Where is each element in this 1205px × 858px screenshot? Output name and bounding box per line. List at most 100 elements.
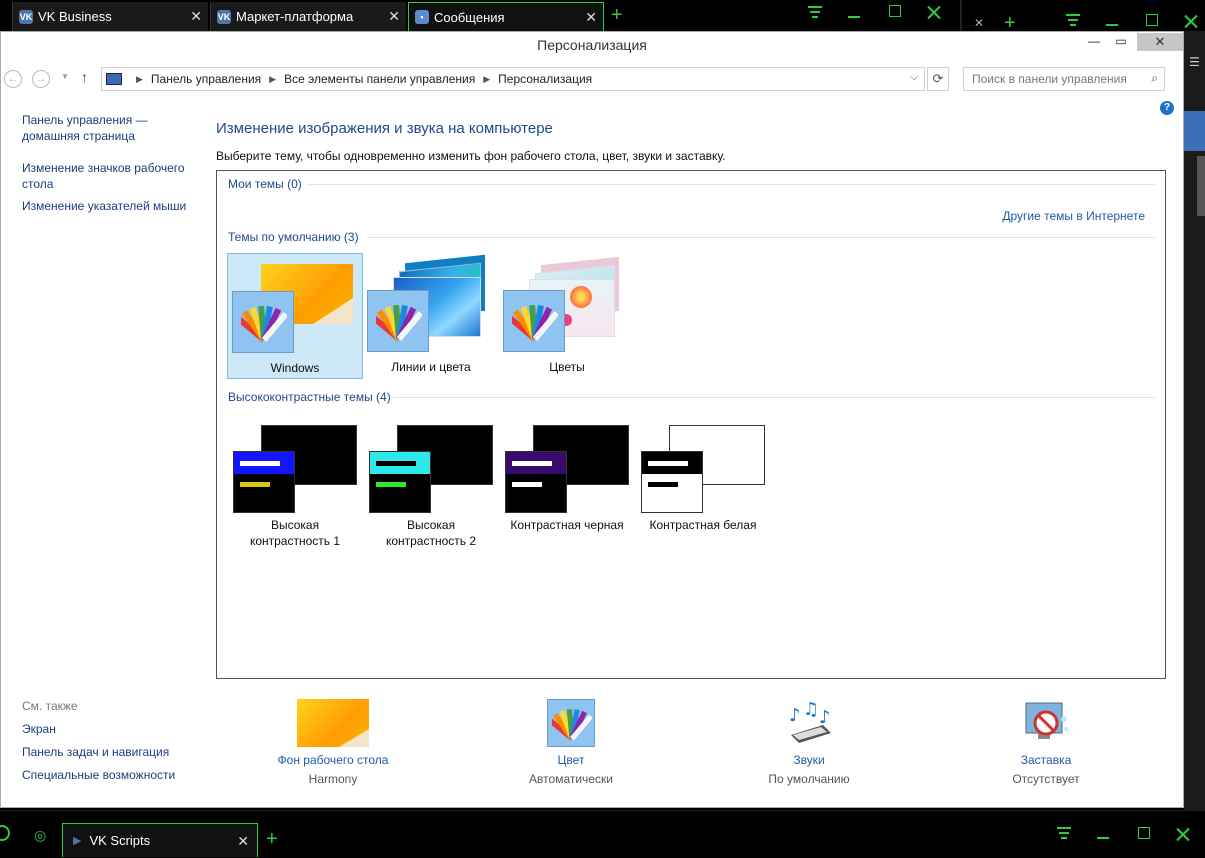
theme-label: Высокая контрастность 2 <box>363 517 499 549</box>
close-icon[interactable]: ✕ <box>388 8 400 25</box>
close-window-icon[interactable] <box>1184 14 1198 28</box>
chevron-right-icon[interactable]: ▶ <box>136 74 143 85</box>
back-button[interactable]: ← <box>4 70 22 88</box>
wallpaper-icon <box>297 699 369 747</box>
setting-label: Цвет <box>557 753 585 767</box>
breadcrumb-item[interactable]: Персонализация <box>498 72 592 86</box>
color-palette-icon <box>547 699 595 747</box>
tab-messages[interactable]: ▪ Сообщения ✕ <box>408 2 604 31</box>
close-icon[interactable]: ✕ <box>190 8 202 25</box>
new-tab-plus-icon[interactable]: + <box>266 829 278 849</box>
minimize-icon[interactable] <box>1106 24 1118 26</box>
minimize-button[interactable]: — <box>1084 34 1104 52</box>
close-icon[interactable]: ✕ <box>585 9 597 26</box>
minimize-icon[interactable] <box>848 16 860 18</box>
chevron-right-icon[interactable]: ▶ <box>269 74 276 85</box>
sidebar-link-mouse-pointers[interactable]: Изменение указателей мыши <box>22 198 186 214</box>
scrollbar[interactable] <box>1197 156 1205 216</box>
theme-contrast-black[interactable]: Контрастная черная <box>499 421 635 561</box>
title-bar: Персонализация — ▭ ✕ <box>1 32 1183 60</box>
tab-label: Сообщения <box>434 9 505 25</box>
see-also-display[interactable]: Экран <box>22 721 56 737</box>
theme-list: Мои темы (0) Другие темы в Интернете Тем… <box>216 170 1166 679</box>
setting-value: Отсутствует <box>1012 772 1080 786</box>
filter-icon[interactable] <box>808 6 822 18</box>
tab-vk-business[interactable]: VK VK Business ✕ <box>12 2 208 31</box>
chevron-right-icon[interactable]: ▶ <box>483 74 490 85</box>
tab-vk-scripts[interactable]: ▶ VK Scripts ✕ <box>62 823 258 857</box>
theme-label-line: Контрастная белая <box>649 518 757 532</box>
other-themes-link[interactable]: Другие темы в Интернете <box>1002 209 1145 223</box>
desktop-background-setting[interactable]: Фон рабочего стола Harmony <box>263 699 403 799</box>
bottom-tab-bar: ◎ ▶ VK Scripts ✕ + <box>0 810 1205 858</box>
close-button[interactable]: ✕ <box>1137 33 1183 51</box>
sounds-setting[interactable]: ♪ ♫ ♪ Звуки По умолчанию <box>739 699 879 799</box>
page-subtitle: Выберите тему, чтобы одновременно измени… <box>216 149 726 163</box>
control-panel-icon <box>106 73 122 85</box>
theme-lines-and-colors[interactable]: Линии и цвета <box>363 253 499 379</box>
filter-icon[interactable] <box>1057 827 1071 839</box>
refresh-button[interactable]: ⟳ <box>927 67 949 91</box>
page-title: Изменение изображения и звука на компьют… <box>216 120 553 137</box>
sidebar-link-desktop-icons[interactable]: Изменение значков рабочего стола <box>22 160 185 192</box>
search-icon[interactable]: ⌕ <box>1151 71 1158 86</box>
settings-icon[interactable]: ☰ <box>1189 55 1200 69</box>
divider <box>307 184 1155 185</box>
see-also-taskbar[interactable]: Панель задач и навигация <box>22 744 169 760</box>
tab-label: VK Scripts <box>89 833 151 848</box>
address-bar[interactable]: ▶ Панель управления ▶ Все элементы панел… <box>101 67 925 91</box>
navigation-bar: ← → ▼ ↑ ▶ Панель управления ▶ Все элемен… <box>1 66 1183 92</box>
color-palette-icon <box>367 290 429 352</box>
setting-value: По умолчанию <box>768 772 850 786</box>
color-palette-icon <box>232 291 294 353</box>
maximize-icon[interactable] <box>889 5 901 17</box>
see-also-accessibility[interactable]: Специальные возможности <box>22 767 175 783</box>
theme-label: Контрастная белая <box>635 517 771 533</box>
close-icon[interactable]: ✕ <box>237 833 249 850</box>
window-title: Персонализация <box>537 37 647 53</box>
close-window-icon[interactable] <box>927 5 941 19</box>
up-arrow-icon[interactable]: ↑ <box>81 69 88 85</box>
chevron-down-icon[interactable]: ⌵ <box>910 72 918 83</box>
forward-button[interactable]: → <box>32 70 50 88</box>
history-dropdown-icon[interactable]: ▼ <box>61 72 69 81</box>
new-tab-plus-icon[interactable]: + <box>1004 13 1016 33</box>
sidebar-link-home[interactable]: Панель управления — домашняя страница <box>22 112 148 144</box>
svg-text:♪: ♪ <box>789 705 801 726</box>
second-window-strip: ✕ + <box>960 0 1205 33</box>
new-tab-plus-icon[interactable]: + <box>611 5 623 25</box>
sidebar-link-text: Изменение значков рабочего <box>22 161 185 175</box>
breadcrumb-item[interactable]: Все элементы панели управления <box>284 72 475 86</box>
maximize-icon[interactable] <box>1146 14 1158 26</box>
close-icon[interactable]: ✕ <box>974 16 984 30</box>
theme-contrast-white[interactable]: Контрастная белая <box>635 421 771 561</box>
maximize-icon[interactable] <box>1138 827 1150 839</box>
sidebar-link-text: Панель управления — <box>22 113 148 127</box>
background-panel <box>1184 111 1205 151</box>
screen: { "browser": { "tabs": [ {"label": "VK B… <box>0 0 1205 858</box>
tab-label: VK Business <box>38 9 112 24</box>
color-preview <box>369 451 431 513</box>
divider <box>393 397 1155 398</box>
theme-flowers[interactable]: Цветы <box>499 253 635 379</box>
maximize-button[interactable]: ▭ <box>1111 34 1131 52</box>
minimize-icon[interactable] <box>1097 837 1109 839</box>
theme-windows[interactable]: Windows <box>227 253 363 379</box>
app-logo-icon[interactable] <box>0 825 10 841</box>
setting-label: Звуки <box>793 753 825 767</box>
screensaver-setting[interactable]: Заставка Отсутствует <box>976 699 1116 799</box>
theme-label: Линии и цвета <box>391 360 471 374</box>
personalization-window: Персонализация — ▭ ✕ ← → ▼ ↑ ▶ Панель уп… <box>0 31 1184 808</box>
close-window-icon[interactable] <box>1176 827 1190 841</box>
breadcrumb-item[interactable]: Панель управления <box>151 72 261 86</box>
play-icon: ▶ <box>73 835 82 847</box>
color-setting[interactable]: Цвет Автоматически <box>501 699 641 799</box>
search-input[interactable]: Поиск в панели управления ⌕ <box>963 67 1165 91</box>
tab-market-platform[interactable]: VK Маркет-платформа ✕ <box>210 2 406 31</box>
gamepad-icon[interactable]: ◎ <box>34 827 46 844</box>
help-icon[interactable]: ? <box>1160 101 1174 115</box>
search-placeholder: Поиск в панели управления <box>972 72 1127 86</box>
theme-high-contrast-1[interactable]: Высокая контрастность 1 <box>227 421 363 561</box>
theme-high-contrast-2[interactable]: Высокая контрастность 2 <box>363 421 499 561</box>
filter-icon[interactable] <box>1066 14 1080 26</box>
